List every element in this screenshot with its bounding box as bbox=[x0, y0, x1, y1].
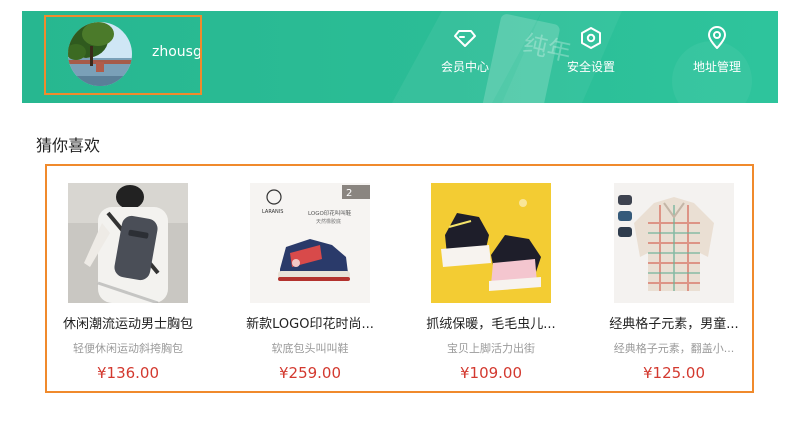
nav-member-center[interactable]: 会员中心 bbox=[420, 26, 510, 82]
goods-price: ¥136.00 bbox=[96, 364, 160, 382]
goods-image bbox=[431, 183, 551, 303]
goods-price: ¥259.00 bbox=[278, 364, 342, 382]
profile-highlight-box bbox=[44, 15, 202, 95]
caption-text: LOGO印花叫叫鞋 bbox=[308, 209, 352, 217]
goods-name: 休闲潮流运动男士胸包 bbox=[62, 317, 193, 332]
goods-desc: 经典格子元素，翻盖小... bbox=[613, 342, 735, 355]
hexagon-shield-icon bbox=[581, 27, 601, 49]
caption-sub-text: 天然橡胶底 bbox=[316, 218, 341, 225]
nav-security-settings[interactable]: 安全设置 bbox=[546, 26, 636, 82]
goods-item[interactable]: 经典格子元素，男童... 经典格子元素，翻盖小... ¥125.00 bbox=[594, 183, 754, 382]
badge-text: 2 bbox=[346, 188, 352, 199]
nav-member-center-label: 会员中心 bbox=[440, 60, 489, 74]
goods-image bbox=[68, 183, 188, 303]
goods-desc: 轻便休闲运动斜挎胸包 bbox=[73, 342, 183, 355]
diamond-icon bbox=[454, 30, 476, 47]
location-pin-icon bbox=[708, 26, 726, 49]
chest-bag-image bbox=[68, 183, 188, 303]
sneaker-image: LARANIS 2 LOGO印花叫叫鞋 天然橡胶底 bbox=[250, 183, 370, 303]
goods-name: 经典格子元素，男童... bbox=[609, 317, 739, 332]
goods-price: ¥109.00 bbox=[459, 364, 523, 382]
goods-price: ¥125.00 bbox=[642, 364, 706, 382]
goods-image: LARANIS 2 LOGO印花叫叫鞋 天然橡胶底 bbox=[250, 183, 370, 303]
brand-text: LARANIS bbox=[262, 209, 283, 215]
goods-image bbox=[614, 183, 734, 303]
nav-security-settings-label: 安全设置 bbox=[566, 60, 615, 74]
nav-address-management-label: 地址管理 bbox=[692, 60, 741, 74]
plaid-shirt-image bbox=[614, 183, 734, 303]
goods-item[interactable]: LARANIS 2 LOGO印花叫叫鞋 天然橡胶底 新款LOGO印花时尚... … bbox=[230, 183, 390, 382]
goods-item[interactable]: 休闲潮流运动男士胸包 轻便休闲运动斜挎胸包 ¥136.00 bbox=[48, 183, 208, 382]
goods-desc: 宝贝上脚活力出街 bbox=[447, 342, 535, 355]
goods-item[interactable]: 抓绒保暖，毛毛虫儿... 宝贝上脚活力出街 ¥109.00 bbox=[411, 183, 571, 382]
goods-desc: 软底包头叫叫鞋 bbox=[271, 342, 349, 355]
kids-shoes-image bbox=[431, 183, 551, 303]
goods-name: 新款LOGO印花时尚... bbox=[246, 317, 374, 332]
page: 纯年 zhousg 会员中心 安全设置 地址管理 猜你喜欢 休闲潮流运动男士胸包… bbox=[0, 0, 798, 432]
goods-name: 抓绒保暖，毛毛虫儿... bbox=[426, 317, 556, 332]
nav-address-management[interactable]: 地址管理 bbox=[672, 26, 762, 82]
section-title: 猜你喜欢 bbox=[36, 136, 101, 155]
